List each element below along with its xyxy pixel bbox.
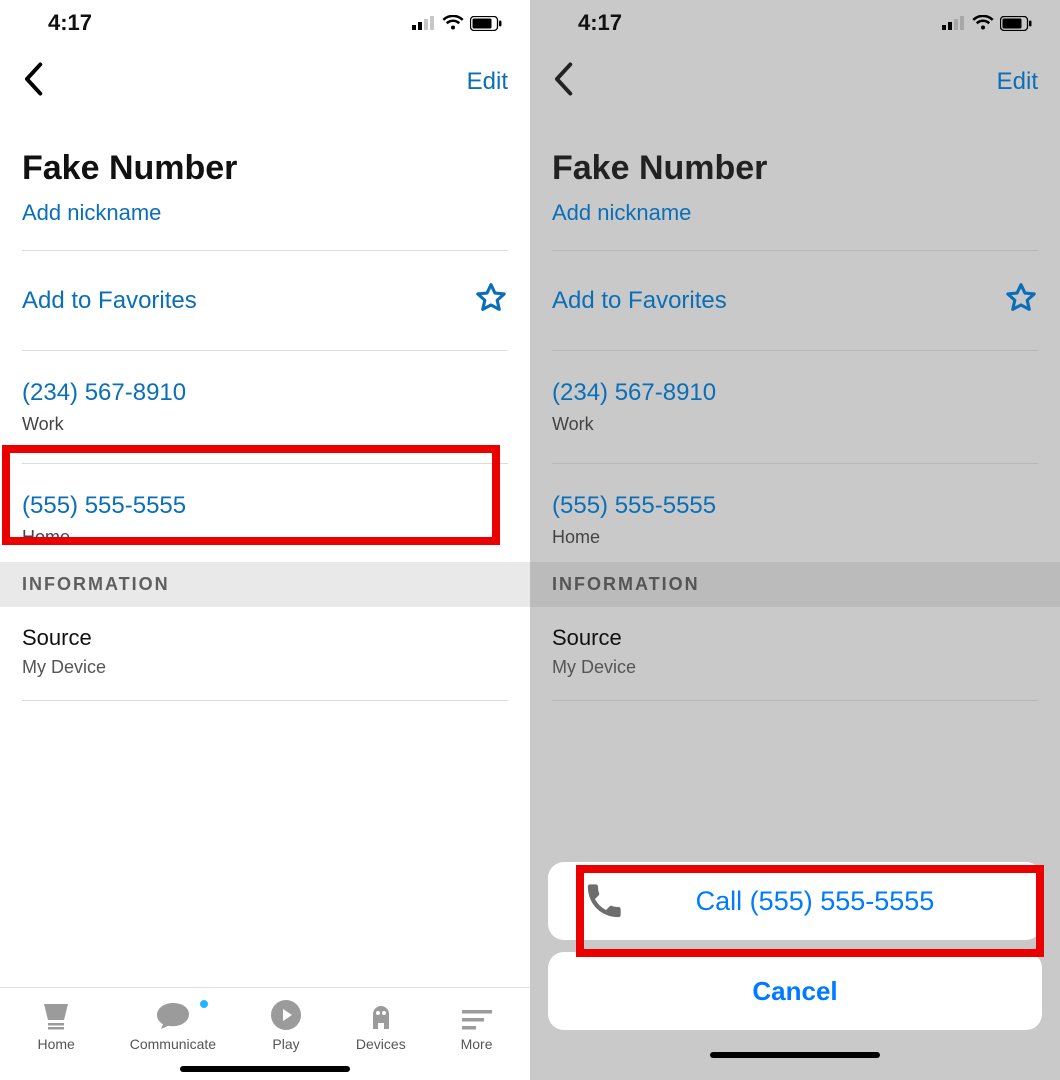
add-nickname-link[interactable]: Add nickname [552, 200, 691, 226]
add-to-favorites-row[interactable]: Add to Favorites [530, 265, 1060, 336]
wifi-icon [972, 15, 994, 31]
action-sheet: Call (555) 555-5555 Cancel [548, 862, 1042, 1066]
source-value: My Device [552, 657, 1038, 678]
status-time: 4:17 [48, 10, 92, 36]
star-icon [474, 281, 508, 320]
cancel-button[interactable]: Cancel [548, 952, 1042, 1030]
cell-signal-icon [412, 16, 436, 30]
play-icon [271, 1000, 301, 1030]
phone-number: (234) 567-8910 [552, 379, 1038, 408]
nav-bar: Edit [0, 40, 530, 119]
phone-row-home[interactable]: (555) 555-5555 Home [530, 478, 1060, 562]
tab-label: Home [37, 1036, 74, 1052]
back-button[interactable] [552, 62, 574, 101]
phone-row-home[interactable]: (555) 555-5555 Home [0, 478, 530, 562]
edit-button[interactable]: Edit [467, 68, 508, 96]
divider [22, 700, 508, 701]
phone-number: (555) 555-5555 [552, 492, 1038, 521]
status-time: 4:17 [578, 10, 622, 36]
star-icon [1004, 281, 1038, 320]
home-indicator [180, 1066, 350, 1072]
contact-name: Fake Number [22, 149, 508, 188]
phone-label: Work [552, 414, 1038, 435]
divider [552, 250, 1038, 251]
battery-icon [1000, 16, 1032, 31]
add-to-favorites-row[interactable]: Add to Favorites [0, 265, 530, 336]
tab-more[interactable]: More [461, 1008, 493, 1052]
source-value: My Device [22, 657, 508, 678]
phone-label: Work [22, 414, 508, 435]
divider [22, 250, 508, 251]
tab-communicate[interactable]: Communicate [130, 1002, 216, 1052]
back-button[interactable] [22, 62, 44, 101]
status-bar: 4:17 [530, 0, 1060, 40]
chevron-left-icon [22, 62, 44, 96]
status-bar: 4:17 [0, 0, 530, 40]
divider [552, 463, 1038, 464]
add-to-favorites-label: Add to Favorites [552, 287, 727, 315]
tab-play[interactable]: Play [271, 1000, 301, 1052]
call-action-button[interactable]: Call (555) 555-5555 [548, 862, 1042, 940]
chevron-left-icon [552, 62, 574, 96]
home-icon [40, 1004, 72, 1030]
screenshot-right: 4:17 Edit Fake Number Add nickname Add t… [530, 0, 1060, 1080]
status-icons [412, 15, 502, 31]
battery-icon [470, 16, 502, 31]
nav-bar: Edit [530, 40, 1060, 119]
tab-label: Devices [356, 1036, 406, 1052]
more-icon [462, 1008, 492, 1030]
phone-label: Home [22, 527, 508, 548]
source-label: Source [552, 625, 1038, 651]
divider [22, 350, 508, 351]
tab-bar: Home Communicate Play Devices More [0, 987, 530, 1056]
source-row: Source My Device [530, 607, 1060, 686]
section-header-information: INFORMATION [0, 562, 530, 607]
phone-number: (555) 555-5555 [22, 492, 508, 521]
devices-icon [366, 1002, 396, 1030]
cell-signal-icon [942, 16, 966, 30]
section-header-information: INFORMATION [530, 562, 1060, 607]
notification-dot-icon [198, 998, 210, 1010]
add-to-favorites-label: Add to Favorites [22, 287, 197, 315]
wifi-icon [442, 15, 464, 31]
divider [552, 700, 1038, 701]
tab-devices[interactable]: Devices [356, 1002, 406, 1052]
status-icons [942, 15, 1032, 31]
edit-button[interactable]: Edit [997, 68, 1038, 96]
tab-home[interactable]: Home [37, 1004, 74, 1052]
screenshot-left: 4:17 Edit Fake Number Add nickname Add t… [0, 0, 530, 1080]
tab-label: Communicate [130, 1036, 216, 1052]
source-label: Source [22, 625, 508, 651]
speech-bubble-icon [156, 1002, 190, 1030]
home-indicator [710, 1052, 880, 1058]
contact-name: Fake Number [552, 149, 1038, 188]
content: Fake Number Add nickname Add to Favorite… [0, 119, 530, 1080]
phone-row-work[interactable]: (234) 567-8910 Work [530, 365, 1060, 449]
divider [22, 463, 508, 464]
tab-label: Play [272, 1036, 299, 1052]
source-row: Source My Device [0, 607, 530, 686]
divider [552, 350, 1038, 351]
phone-label: Home [552, 527, 1038, 548]
tab-label: More [461, 1036, 493, 1052]
phone-row-work[interactable]: (234) 567-8910 Work [0, 365, 530, 449]
add-nickname-link[interactable]: Add nickname [22, 200, 161, 226]
phone-number: (234) 567-8910 [22, 379, 508, 408]
phone-icon [584, 881, 624, 921]
call-action-label: Call (555) 555-5555 [624, 886, 1042, 917]
